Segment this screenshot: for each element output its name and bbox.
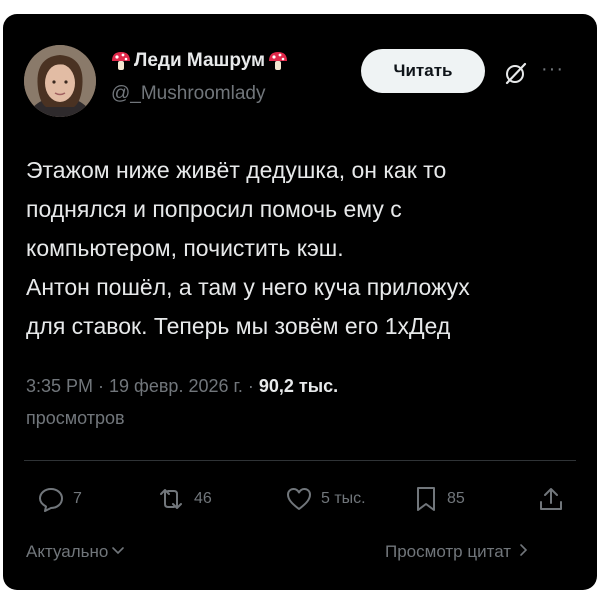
post-text-line: Этажом ниже живёт дедушка, он как то — [26, 157, 447, 183]
repost-button[interactable]: 46 — [156, 484, 212, 514]
more-options-icon[interactable]: ··· — [541, 58, 564, 81]
reply-button[interactable]: 7 — [37, 484, 82, 514]
post-text-line: поднялся и попросил помочь ему с — [26, 196, 402, 222]
post-card: Леди Машрум @_Mushroomlady Читать ··· Эт… — [3, 14, 597, 590]
share-icon — [537, 485, 565, 513]
view-quotes-link[interactable]: Просмотр цитат — [385, 542, 529, 562]
post-text-line: для ставок. Теперь мы зовём его 1хДед — [26, 313, 451, 339]
bookmark-button[interactable]: 85 — [413, 484, 465, 514]
chevron-right-icon — [517, 542, 529, 562]
views-count: 90,2 тыс. — [258, 376, 339, 396]
heart-icon — [285, 485, 313, 513]
bookmark-count: 85 — [447, 490, 465, 507]
author-display-name: Леди Машрум — [134, 50, 266, 71]
repost-count: 46 — [194, 490, 212, 507]
divider — [24, 460, 576, 461]
mushroom-icon — [267, 50, 289, 72]
post-text: Этажом ниже живёт дедушка, он как то под… — [26, 151, 586, 346]
sort-dropdown[interactable]: Актуально — [26, 542, 125, 562]
sort-label: Актуально — [26, 542, 109, 561]
share-button[interactable] — [537, 484, 565, 514]
reply-icon — [37, 485, 65, 513]
views-label: просмотров — [26, 408, 125, 428]
repost-icon — [156, 485, 186, 513]
bookmark-icon — [413, 485, 439, 513]
view-quotes-label: Просмотр цитат — [385, 542, 512, 561]
post-text-line: Антон пошёл, а там у него куча приложух — [26, 274, 470, 300]
post-text-line: компьютером, почистить кэш. — [26, 235, 344, 261]
post-meta: 3:35 PM · 19 февр. 2026 г. · 90,2 тыс. п… — [26, 370, 486, 434]
like-count: 5 тыс. — [321, 490, 366, 507]
post-timestamp[interactable]: 3:35 PM · 19 февр. 2026 г. · — [26, 376, 259, 396]
avatar[interactable] — [24, 45, 96, 117]
author-name-row[interactable]: Леди Машрум — [110, 50, 289, 72]
author-handle[interactable]: @_Mushroomlady — [111, 83, 265, 105]
chevron-down-icon — [111, 542, 125, 562]
follow-button[interactable]: Читать — [361, 49, 485, 93]
grok-icon[interactable] — [503, 60, 529, 86]
mushroom-icon — [110, 50, 132, 72]
reply-count: 7 — [73, 490, 82, 507]
like-button[interactable]: 5 тыс. — [285, 484, 366, 514]
